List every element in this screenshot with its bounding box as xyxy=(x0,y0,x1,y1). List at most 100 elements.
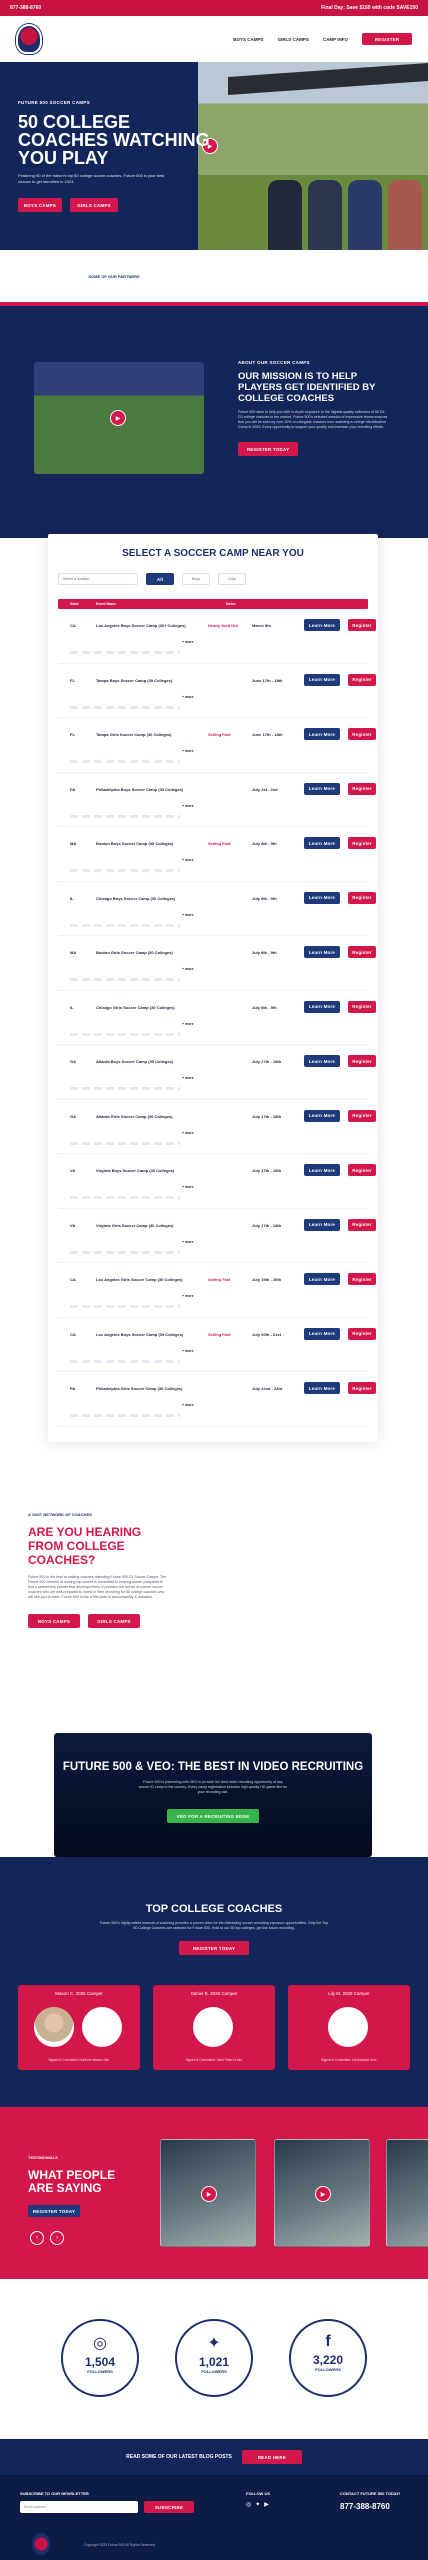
more-colleges-link[interactable]: + more xyxy=(182,640,194,644)
more-colleges-link[interactable]: + more xyxy=(182,1185,194,1189)
register-camp-button[interactable]: Register xyxy=(348,1382,376,1394)
learn-more-button[interactable]: Learn More xyxy=(304,1055,340,1067)
youtube-icon[interactable]: ▶ xyxy=(264,2501,269,2508)
more-colleges-link[interactable]: + more xyxy=(182,749,194,753)
register-camp-button[interactable]: Register xyxy=(348,891,376,904)
mission-register-button[interactable]: REGISTER TODAY xyxy=(238,442,298,456)
instagram-badge[interactable]: ◎ 1,504 FOLLOWERS xyxy=(61,2319,139,2397)
more-colleges-link[interactable]: + more xyxy=(182,695,194,699)
learn-more-button[interactable]: Learn More xyxy=(304,728,340,740)
register-button[interactable]: REGISTER xyxy=(362,33,412,45)
next-arrow-icon[interactable]: › xyxy=(50,2231,64,2245)
camp-name[interactable]: Philadelphia Girls Soccer Camp (30 Colle… xyxy=(96,1386,182,1391)
more-colleges-link[interactable]: + more xyxy=(182,1349,194,1353)
camper-card[interactable]: Mason C. 2025 Camper Signed & Committed:… xyxy=(18,1985,140,2070)
play-video-icon[interactable]: ▶ xyxy=(315,2186,331,2202)
learn-more-button[interactable]: Learn More xyxy=(304,1164,340,1176)
hero-boys-camps-button[interactable]: BOYS CAMPS xyxy=(18,198,62,212)
topbar-phone[interactable]: 877-388-8760 xyxy=(10,5,41,11)
learn-more-button[interactable]: Learn More xyxy=(304,673,340,686)
more-colleges-link[interactable]: + more xyxy=(182,858,194,862)
more-colleges-link[interactable]: + more xyxy=(182,913,194,917)
top-register-button[interactable]: REGISTER TODAY xyxy=(179,1941,249,1955)
camp-name[interactable]: Los Angeles Boys Soccer Camp (30 College… xyxy=(96,1332,183,1337)
more-colleges-link[interactable]: + more xyxy=(182,1240,194,1244)
play-video-icon[interactable]: ▶ xyxy=(201,2186,217,2202)
future500-logo[interactable] xyxy=(16,24,42,54)
more-colleges-link[interactable]: + more xyxy=(182,1076,194,1080)
footer-phone[interactable]: 877-388-8760 xyxy=(340,2502,390,2511)
newsletter-email-input[interactable]: Email address xyxy=(20,2501,138,2513)
learn-more-button[interactable]: Learn More xyxy=(304,1109,340,1122)
learn-more-button[interactable]: Learn More xyxy=(304,1327,340,1340)
learn-more-button[interactable]: Learn More xyxy=(304,619,340,631)
testimonial-video[interactable] xyxy=(386,2139,428,2247)
instagram-icon[interactable]: ◎ xyxy=(246,2501,251,2508)
more-colleges-link[interactable]: + more xyxy=(182,967,194,971)
veo-button[interactable]: VEO FOR A RECRUITING EDGE xyxy=(167,1809,259,1823)
hearing-girls-camps-button[interactable]: GIRLS CAMPS xyxy=(88,1614,140,1628)
facebook-badge[interactable]: f 3,220 FOLLOWERS xyxy=(289,2319,367,2397)
learn-more-button[interactable]: Learn More xyxy=(304,837,340,849)
testimonial-video[interactable]: ▶ xyxy=(274,2139,370,2247)
register-camp-button[interactable]: Register xyxy=(348,673,376,686)
camp-name[interactable]: Los Angeles Girls Soccer Camp (30 Colleg… xyxy=(96,1277,183,1282)
prev-arrow-icon[interactable]: ‹ xyxy=(30,2231,44,2245)
more-colleges-link[interactable]: + more xyxy=(182,1403,194,1407)
filter-boys-tab[interactable]: Boys xyxy=(182,573,210,585)
register-camp-button[interactable]: Register xyxy=(348,837,376,849)
camp-name[interactable]: Chicago Boys Soccer Camp (30 Colleges) xyxy=(96,896,175,901)
camp-name[interactable]: Philadelphia Boys Soccer Camp (30 Colleg… xyxy=(96,787,183,792)
learn-more-button[interactable]: Learn More xyxy=(304,891,340,904)
learn-more-button[interactable]: Learn More xyxy=(304,1000,340,1013)
footer-logo[interactable] xyxy=(32,2533,50,2555)
testimonials-register-button[interactable]: REGISTER TODAY xyxy=(28,2205,80,2217)
nav-camp-info[interactable]: CAMP INFO xyxy=(323,37,348,42)
camp-name[interactable]: Boston Boys Soccer Camp (30 Colleges) xyxy=(96,841,173,846)
blog-read-button[interactable]: READ HERE xyxy=(241,2450,302,2464)
register-camp-button[interactable]: Register xyxy=(348,1109,376,1122)
nav-boys-camps[interactable]: BOYS CAMPS xyxy=(233,37,263,42)
twitter-badge[interactable]: ✦ 1,021 FOLLOWERS xyxy=(175,2319,253,2397)
camp-name[interactable]: Los Angeles Boys Soccer Camp (30+ Colleg… xyxy=(96,623,186,628)
register-camp-button[interactable]: Register xyxy=(348,782,376,795)
hearing-boys-camps-button[interactable]: BOYS CAMPS xyxy=(28,1614,80,1628)
register-camp-button[interactable]: Register xyxy=(348,1000,376,1013)
register-camp-button[interactable]: Register xyxy=(348,946,376,958)
register-camp-button[interactable]: Register xyxy=(348,1055,376,1067)
more-colleges-link[interactable]: + more xyxy=(182,804,194,808)
nav-girls-camps[interactable]: GIRLS CAMPS xyxy=(278,37,309,42)
hero-girls-camps-button[interactable]: GIRLS CAMPS xyxy=(70,198,118,212)
twitter-icon[interactable]: ✦ xyxy=(255,2501,260,2508)
learn-more-button[interactable]: Learn More xyxy=(304,1382,340,1394)
camper-card[interactable]: Lily M. 2025 Camper Signed & Committed: … xyxy=(288,1985,410,2070)
filter-girls-tab[interactable]: Girls xyxy=(218,573,246,585)
col-state[interactable]: State xyxy=(70,602,96,606)
play-video-icon[interactable]: ▶ xyxy=(110,410,126,426)
register-camp-button[interactable]: Register xyxy=(348,1218,376,1231)
camp-name[interactable]: Atlanta Girls Soccer Camp (30 Colleges) xyxy=(96,1114,172,1119)
register-camp-button[interactable]: Register xyxy=(348,619,376,631)
camp-name[interactable]: Virginia Boys Soccer Camp (30 Colleges) xyxy=(96,1168,174,1173)
mission-video[interactable]: ▶ xyxy=(34,362,204,474)
camp-name[interactable]: Atlanta Boys Soccer Camp (30 Colleges) xyxy=(96,1059,173,1064)
subscribe-button[interactable]: SUBSCRIBE xyxy=(144,2501,194,2513)
more-colleges-link[interactable]: + more xyxy=(182,1022,194,1026)
register-camp-button[interactable]: Register xyxy=(348,1327,376,1340)
filter-all-tab[interactable]: All xyxy=(146,573,174,585)
learn-more-button[interactable]: Learn More xyxy=(304,1273,340,1285)
more-colleges-link[interactable]: + more xyxy=(182,1294,194,1298)
register-camp-button[interactable]: Register xyxy=(348,1164,376,1176)
learn-more-button[interactable]: Learn More xyxy=(304,946,340,958)
register-camp-button[interactable]: Register xyxy=(348,728,376,740)
learn-more-button[interactable]: Learn More xyxy=(304,1218,340,1231)
camp-name[interactable]: Virginia Girls Soccer Camp (30 Colleges) xyxy=(96,1223,174,1228)
camp-name[interactable]: Tampa Boys Soccer Camp (30 Colleges) xyxy=(96,678,172,683)
testimonial-video[interactable]: ▶ xyxy=(160,2139,256,2247)
register-camp-button[interactable]: Register xyxy=(348,1273,376,1285)
learn-more-button[interactable]: Learn More xyxy=(304,782,340,795)
camp-name[interactable]: Chicago Girls Soccer Camp (30 Colleges) xyxy=(96,1005,175,1010)
more-colleges-link[interactable]: + more xyxy=(182,1131,194,1135)
camp-name[interactable]: Tampa Girls Soccer Camp (30 Colleges) xyxy=(96,732,172,737)
col-event-name[interactable]: Event Name xyxy=(96,602,226,606)
